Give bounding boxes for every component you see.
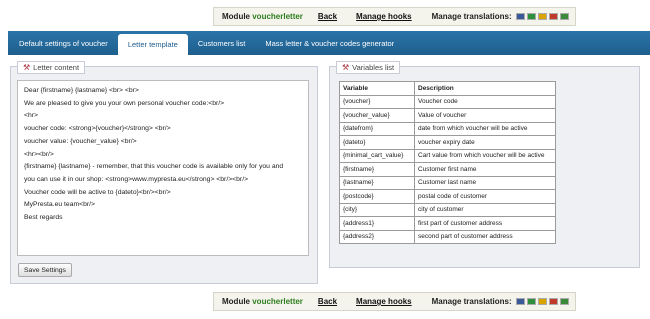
variables-table: Variable Description {voucher} Voucher co… <box>339 81 556 244</box>
letter-line: <hr> <box>24 112 38 120</box>
translation-flags <box>515 13 569 20</box>
tab-mass-letter-generator[interactable]: Mass letter & voucher codes generator <box>255 31 404 55</box>
manage-hooks-link[interactable]: Manage hooks <box>356 12 412 21</box>
description-cell: date from which voucher will be active <box>414 121 556 136</box>
letter-line: {firstname} {lastname} - remember, that … <box>24 163 284 171</box>
wrench-icon: ⚒ <box>342 63 350 72</box>
letter-line: you can use it in our shop: <strong>www.… <box>24 175 249 183</box>
tab-default-settings[interactable]: Default settings of voucher <box>8 31 118 55</box>
table-row: {postcode} postal code of customer <box>339 189 556 204</box>
description-cell: Value of voucher <box>414 108 556 123</box>
module-title: Module voucherletter <box>222 12 303 21</box>
table-row: {voucher_value} Value of voucher <box>339 108 556 123</box>
variable-cell: {dateto} <box>339 135 415 150</box>
back-link[interactable]: Back <box>318 12 337 21</box>
it-flag-icon[interactable] <box>559 13 569 20</box>
variables-list-panel: ⚒ Variables list Variable Description {v… <box>329 61 640 268</box>
manage-translations-label: Manage translations: <box>431 12 512 21</box>
description-cell: city of customer <box>414 202 556 217</box>
column-header: Variable <box>339 81 415 96</box>
variable-cell: {lastname} <box>339 175 415 190</box>
table-row: {firstname} Customer first name <box>339 162 556 177</box>
table-row: {minimal_cart_value} Cart value from whic… <box>339 148 556 163</box>
variable-cell: {city} <box>339 202 415 217</box>
letter-line: voucher value: {voucher_value} <br/> <box>24 137 137 145</box>
module-prefix: Module <box>222 297 250 306</box>
de-flag-icon[interactable] <box>548 13 558 20</box>
description-cell: postal code of customer <box>414 189 556 204</box>
it-flag-icon[interactable] <box>559 298 569 305</box>
letter-content-title-text: Letter content <box>33 63 80 72</box>
manage-translations-label: Manage translations: <box>431 297 512 306</box>
variable-cell: {postcode} <box>339 189 415 204</box>
tab-bar: Default settings of voucher Letter templ… <box>8 31 650 55</box>
letter-line: Dear {firstname} {lastname} <br> <br> <box>24 87 139 94</box>
module-toolbar-top: Module voucherletter Back Manage hooks M… <box>213 7 576 26</box>
br-flag-icon[interactable] <box>526 298 536 305</box>
save-settings-button[interactable]: Save Settings <box>18 263 72 277</box>
us-flag-icon[interactable] <box>515 13 525 20</box>
module-name: voucherletter <box>252 297 303 306</box>
table-row: {address2} second part of customer addres… <box>339 229 556 244</box>
column-header: Description <box>414 81 556 96</box>
module-name: voucherletter <box>252 12 303 21</box>
letter-content-panel: ⚒ Letter content Dear {firstname} {lastn… <box>10 61 318 284</box>
wrench-icon: ⚒ <box>23 63 31 72</box>
module-title: Module voucherletter <box>222 297 303 306</box>
letter-line: We are pleased to give you your own pers… <box>24 99 225 107</box>
module-toolbar-bottom: Module voucherletter Back Manage hooks M… <box>213 292 576 311</box>
description-cell: voucher expiry date <box>414 135 556 150</box>
description-cell: first part of customer address <box>414 216 556 231</box>
variable-cell: {address2} <box>339 229 415 244</box>
table-row: {city} city of customer <box>339 202 556 217</box>
br-flag-icon[interactable] <box>526 13 536 20</box>
description-cell: Voucher code <box>414 94 556 109</box>
letter-template-textarea[interactable]: Dear {firstname} {lastname} <br> <br> We… <box>17 80 309 256</box>
table-row: {address1} first part of customer address <box>339 216 556 231</box>
variable-cell: {voucher} <box>339 94 415 109</box>
table-row: {datefrom} date from which voucher will b… <box>339 121 556 136</box>
description-cell: Customer last name <box>414 175 556 190</box>
tab-customers-list[interactable]: Customers list <box>188 31 256 55</box>
variable-cell: {voucher_value} <box>339 108 415 123</box>
description-cell: Customer first name <box>414 162 556 177</box>
letter-content-title: ⚒ Letter content <box>17 61 86 74</box>
module-prefix: Module <box>222 12 250 21</box>
manage-hooks-link[interactable]: Manage hooks <box>356 297 412 306</box>
translation-flags <box>515 298 569 305</box>
letter-line: Best regards <box>24 214 63 222</box>
back-link[interactable]: Back <box>318 297 337 306</box>
letter-line: Voucher code will be active to {dateto}<… <box>24 188 171 196</box>
variable-cell: {datefrom} <box>339 121 415 136</box>
variables-list-title: ⚒ Variables list <box>336 61 401 74</box>
description-cell: Cart value from which voucher will be ac… <box>414 148 556 163</box>
letter-line: MyPresta.eu team<br/> <box>24 201 96 209</box>
description-cell: second part of customer address <box>414 229 556 244</box>
es-flag-icon[interactable] <box>537 298 547 305</box>
us-flag-icon[interactable] <box>515 298 525 305</box>
table-row: {lastname} Customer last name <box>339 175 556 190</box>
es-flag-icon[interactable] <box>537 13 547 20</box>
letter-line: voucher code: <strong>{voucher}</strong>… <box>24 125 171 133</box>
variable-cell: {minimal_cart_value} <box>339 148 415 163</box>
table-row: {dateto} voucher expiry date <box>339 135 556 150</box>
variable-cell: {address1} <box>339 216 415 231</box>
variable-cell: {firstname} <box>339 162 415 177</box>
letter-line: <hr><br/> <box>24 150 54 158</box>
variables-list-title-text: Variables list <box>352 63 395 72</box>
table-row: {voucher} Voucher code <box>339 94 556 109</box>
de-flag-icon[interactable] <box>548 298 558 305</box>
tab-letter-template[interactable]: Letter template <box>117 34 188 55</box>
